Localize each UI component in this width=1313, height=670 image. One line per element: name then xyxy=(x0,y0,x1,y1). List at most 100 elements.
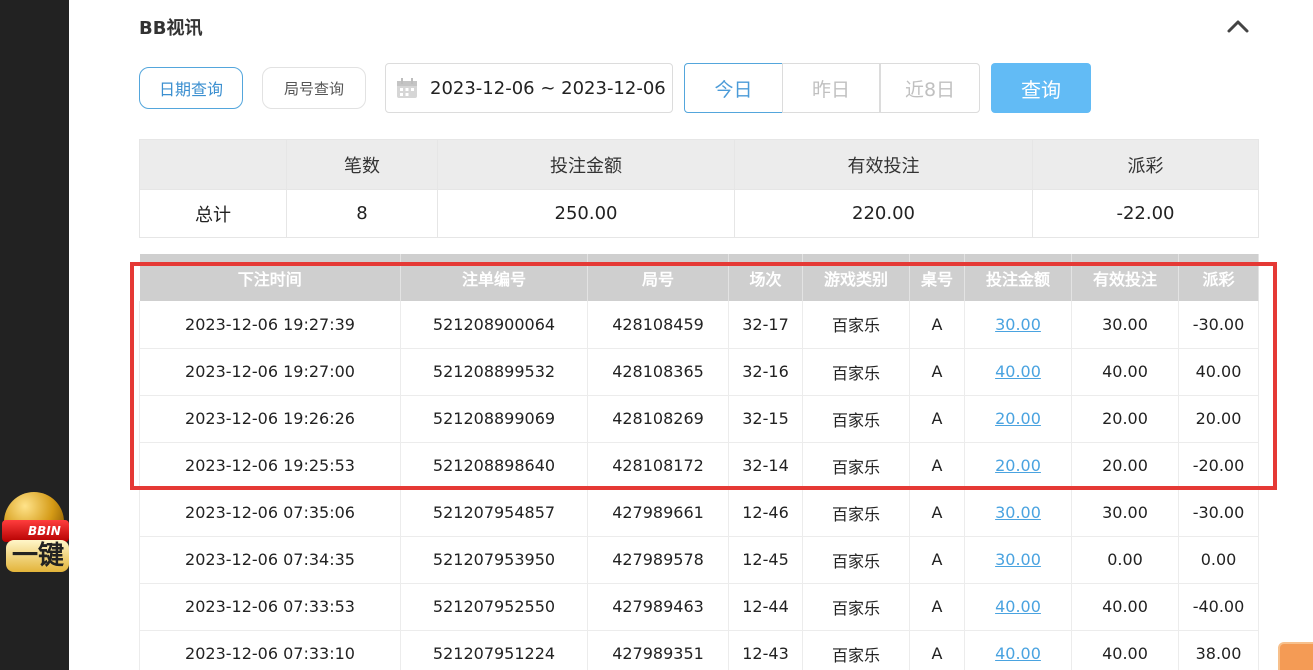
today-button[interactable]: 今日 xyxy=(684,63,783,113)
cell-table-no: A xyxy=(909,536,965,584)
bet-amount-link[interactable]: 30.00 xyxy=(995,315,1041,334)
cell-session: 32-14 xyxy=(728,442,803,490)
cell-order-no: 521207951224 xyxy=(400,630,588,670)
summary-table: 笔数 投注金额 有效投注 派彩 总计 8 250.00 220.00 -22.0… xyxy=(139,139,1259,238)
cell-bet-amount-link[interactable]: 20.00 xyxy=(964,395,1072,443)
cell-payout: 20.00 xyxy=(1178,395,1259,443)
cell-bet-amount-link[interactable]: 40.00 xyxy=(964,583,1072,631)
cell-payout: -20.00 xyxy=(1178,442,1259,490)
header-bet-amount: 投注金额 xyxy=(964,254,1072,301)
table-row: 2023-12-06 07:33:53 521207952550 427989463… xyxy=(139,583,1259,631)
header-table-no: 桌号 xyxy=(909,254,965,301)
cell-bet-time: 2023-12-06 07:33:10 xyxy=(139,630,401,670)
bet-amount-link[interactable]: 40.00 xyxy=(995,597,1041,616)
cell-bet-amount-link[interactable]: 40.00 xyxy=(964,630,1072,670)
promo-floating-badge[interactable]: BBIN 一键 xyxy=(0,488,69,588)
header-bet-time: 下注时间 xyxy=(139,254,401,301)
chat-widget-icon[interactable] xyxy=(1278,642,1313,670)
table-row: 2023-12-06 19:26:26 521208899069 428108269… xyxy=(139,395,1259,443)
table-row: 2023-12-06 07:35:06 521207954857 427989661… xyxy=(139,489,1259,537)
cell-game-type: 百家乐 xyxy=(802,301,910,349)
cell-table-no: A xyxy=(909,301,965,349)
bet-amount-link[interactable]: 40.00 xyxy=(995,644,1041,663)
bet-amount-link[interactable]: 30.00 xyxy=(995,550,1041,569)
cell-payout: -40.00 xyxy=(1178,583,1259,631)
cell-valid-bet: 20.00 xyxy=(1071,442,1179,490)
cell-session: 12-46 xyxy=(728,489,803,537)
cell-valid-bet: 40.00 xyxy=(1071,348,1179,396)
cell-game-type: 百家乐 xyxy=(802,395,910,443)
promo-banner-text: BBIN xyxy=(2,520,69,542)
cell-valid-bet: 30.00 xyxy=(1071,301,1179,349)
cell-bet-amount-link[interactable]: 30.00 xyxy=(964,536,1072,584)
cell-payout: 38.00 xyxy=(1178,630,1259,670)
cell-round-no: 428108172 xyxy=(587,442,729,490)
yesterday-button[interactable]: 昨日 xyxy=(782,63,880,113)
cell-round-no: 428108459 xyxy=(587,301,729,349)
cell-order-no: 521208900064 xyxy=(400,301,588,349)
cell-session: 32-15 xyxy=(728,395,803,443)
cell-table-no: A xyxy=(909,442,965,490)
summary-valid: 220.00 xyxy=(734,189,1033,238)
bet-detail-table: 下注时间 注单编号 局号 场次 游戏类别 桌号 投注金额 有效投注 派彩 202… xyxy=(139,254,1259,670)
bet-amount-link[interactable]: 30.00 xyxy=(995,503,1041,522)
query-button[interactable]: 查询 xyxy=(991,63,1091,113)
cell-game-type: 百家乐 xyxy=(802,442,910,490)
table-row: 2023-12-06 19:27:39 521208900064 428108459… xyxy=(139,301,1259,349)
cell-valid-bet: 30.00 xyxy=(1071,489,1179,537)
header-order-no: 注单编号 xyxy=(400,254,588,301)
cell-valid-bet: 40.00 xyxy=(1071,583,1179,631)
cell-game-type: 百家乐 xyxy=(802,630,910,670)
cell-bet-time: 2023-12-06 19:27:00 xyxy=(139,348,401,396)
cell-round-no: 427989463 xyxy=(587,583,729,631)
header-session: 场次 xyxy=(728,254,803,301)
cell-table-no: A xyxy=(909,395,965,443)
summary-bet: 250.00 xyxy=(437,189,735,238)
cell-valid-bet: 20.00 xyxy=(1071,395,1179,443)
date-range-picker[interactable]: 2023-12-06 ~ 2023-12-06 xyxy=(385,63,673,113)
cell-order-no: 521207954857 xyxy=(400,489,588,537)
cell-order-no: 521208898640 xyxy=(400,442,588,490)
cell-order-no: 521207952550 xyxy=(400,583,588,631)
cell-game-type: 百家乐 xyxy=(802,489,910,537)
chevron-up-icon[interactable] xyxy=(1226,14,1250,38)
summary-count: 8 xyxy=(286,189,438,238)
cell-round-no: 427989578 xyxy=(587,536,729,584)
cell-table-no: A xyxy=(909,348,965,396)
summary-total-row: 总计 8 250.00 220.00 -22.00 xyxy=(139,189,1259,238)
summary-payout: -22.00 xyxy=(1032,189,1259,238)
cell-bet-amount-link[interactable]: 40.00 xyxy=(964,348,1072,396)
table-row: 2023-12-06 07:34:35 521207953950 427989578… xyxy=(139,536,1259,584)
summary-header-valid: 有效投注 xyxy=(734,139,1033,190)
calendar-icon xyxy=(397,78,417,98)
bet-amount-link[interactable]: 20.00 xyxy=(995,409,1041,428)
last-8-days-button[interactable]: 近8日 xyxy=(880,63,980,113)
cell-session: 12-43 xyxy=(728,630,803,670)
cell-bet-time: 2023-12-06 07:34:35 xyxy=(139,536,401,584)
date-query-button[interactable]: 日期查询 xyxy=(139,67,243,109)
cell-bet-amount-link[interactable]: 20.00 xyxy=(964,442,1072,490)
table-row: 2023-12-06 19:27:00 521208899532 428108365… xyxy=(139,348,1259,396)
cell-table-no: A xyxy=(909,583,965,631)
cell-round-no: 427989661 xyxy=(587,489,729,537)
cell-game-type: 百家乐 xyxy=(802,348,910,396)
cell-payout: -30.00 xyxy=(1178,301,1259,349)
cell-valid-bet: 40.00 xyxy=(1071,630,1179,670)
cell-session: 12-45 xyxy=(728,536,803,584)
round-query-button[interactable]: 局号查询 xyxy=(262,67,366,109)
header-payout: 派彩 xyxy=(1178,254,1259,301)
summary-header-payout: 派彩 xyxy=(1032,139,1259,190)
bet-amount-link[interactable]: 20.00 xyxy=(995,456,1041,475)
cell-game-type: 百家乐 xyxy=(802,583,910,631)
cell-bet-amount-link[interactable]: 30.00 xyxy=(964,301,1072,349)
cell-bet-amount-link[interactable]: 30.00 xyxy=(964,489,1072,537)
cell-order-no: 521208899532 xyxy=(400,348,588,396)
cell-payout: 0.00 xyxy=(1178,536,1259,584)
cell-bet-time: 2023-12-06 07:35:06 xyxy=(139,489,401,537)
cell-round-no: 428108269 xyxy=(587,395,729,443)
cell-table-no: A xyxy=(909,489,965,537)
summary-header-blank xyxy=(139,139,287,190)
bet-amount-link[interactable]: 40.00 xyxy=(995,362,1041,381)
cell-order-no: 521208899069 xyxy=(400,395,588,443)
summary-header-row: 笔数 投注金额 有效投注 派彩 xyxy=(139,139,1259,190)
